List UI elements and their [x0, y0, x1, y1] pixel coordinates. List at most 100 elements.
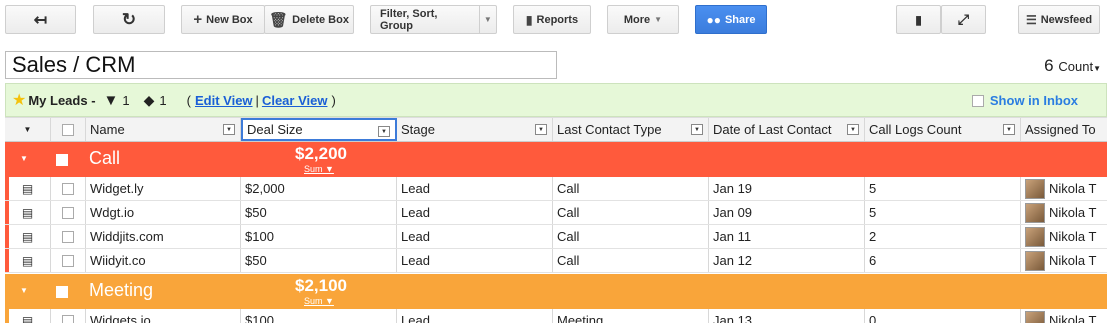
column-menu-icon[interactable]: ▼: [378, 126, 390, 137]
cell-stage[interactable]: Lead: [397, 201, 553, 224]
cell-date[interactable]: Jan 09: [709, 201, 865, 224]
cell-name[interactable]: Wiidyit.co: [86, 249, 241, 272]
row-checkbox[interactable]: [51, 309, 86, 323]
cell-last-contact-type[interactable]: Call: [553, 177, 709, 200]
filter-indicator[interactable]: ▼ 1: [104, 92, 130, 109]
cell-deal-size[interactable]: $100: [241, 309, 397, 323]
cell-call-logs[interactable]: 2: [865, 225, 1021, 248]
chart-view-button[interactable]: ▮: [896, 5, 941, 34]
expand-button[interactable]: ⤢: [941, 5, 986, 34]
new-box-button[interactable]: + New Box: [181, 5, 265, 34]
select-all-checkbox[interactable]: [51, 118, 86, 141]
cell-assigned-to[interactable]: Nikola T: [1021, 249, 1107, 272]
cell-assigned-to[interactable]: Nikola T: [1021, 201, 1107, 224]
cell-stage[interactable]: Lead: [397, 249, 553, 272]
cell-date[interactable]: Jan 13: [709, 309, 865, 323]
cell-stage[interactable]: Lead: [397, 177, 553, 200]
cell-call-logs[interactable]: 5: [865, 177, 1021, 200]
assignee-name: Nikola T: [1049, 205, 1097, 220]
cell-assigned-to[interactable]: Nikola T: [1021, 225, 1107, 248]
new-box-label: New Box: [206, 13, 253, 26]
pipeline-title-input[interactable]: Sales / CRM: [5, 51, 557, 79]
group-checkbox[interactable]: [56, 154, 68, 166]
cell-date[interactable]: Jan 12: [709, 249, 865, 272]
column-menu-icon[interactable]: ▼: [691, 124, 703, 135]
collapse-arrow-icon[interactable]: ▼: [20, 154, 28, 163]
open-box-icon[interactable]: ▤: [5, 249, 51, 272]
table-row[interactable]: ▤ Widgets.io $100 Lead Meeting Jan 13 0 …: [5, 309, 1107, 323]
cell-name[interactable]: Widgets.io: [86, 309, 241, 323]
cell-name[interactable]: Widdjits.com: [86, 225, 241, 248]
more-button[interactable]: More ▼: [607, 5, 679, 34]
table-row[interactable]: ▤ Wdgt.io $50 Lead Call Jan 09 5 Nikola …: [5, 201, 1107, 225]
cell-deal-size[interactable]: $50: [241, 249, 397, 272]
cell-name[interactable]: Wdgt.io: [86, 201, 241, 224]
clear-view-link[interactable]: Clear View: [262, 93, 328, 108]
cell-call-logs[interactable]: 6: [865, 249, 1021, 272]
show-in-inbox-checkbox[interactable]: [971, 94, 984, 107]
row-checkbox[interactable]: [51, 225, 86, 248]
row-checkbox[interactable]: [51, 249, 86, 272]
collapse-arrow-icon[interactable]: ▼: [20, 286, 28, 295]
cell-deal-size[interactable]: $2,000: [241, 177, 397, 200]
chevron-down-icon: ▼: [23, 125, 32, 134]
cell-last-contact-type[interactable]: Call: [553, 225, 709, 248]
column-header-stage[interactable]: Stage ▼: [397, 118, 553, 141]
column-header-deal-size[interactable]: Deal Size ▼: [241, 118, 397, 141]
cell-last-contact-type[interactable]: Meeting: [553, 309, 709, 323]
open-box-icon[interactable]: ▤: [5, 309, 51, 323]
cell-deal-size[interactable]: $100: [241, 225, 397, 248]
open-box-icon[interactable]: ▤: [5, 177, 51, 200]
layers-indicator[interactable]: ◆ 1: [144, 92, 167, 109]
filter-sort-group-button[interactable]: Filter, Sort, Group ▼: [370, 5, 497, 34]
group-sum-selector[interactable]: Sum ▼: [304, 296, 334, 306]
cell-assigned-to[interactable]: Nikola T: [1021, 177, 1107, 200]
cell-assigned-to[interactable]: Nikola T: [1021, 309, 1107, 323]
group-header-call[interactable]: ▼ Call $2,200 Sum ▼: [5, 142, 1107, 177]
column-menu-icon[interactable]: ▼: [535, 124, 547, 135]
cell-last-contact-type[interactable]: Call: [553, 249, 709, 272]
group-checkbox[interactable]: [56, 286, 68, 298]
column-menu-icon[interactable]: ▼: [1003, 124, 1015, 135]
cell-call-logs[interactable]: 5: [865, 201, 1021, 224]
cell-date[interactable]: Jan 19: [709, 177, 865, 200]
expand-icon: ⤢: [957, 11, 970, 27]
column-header-name[interactable]: Name ▼: [86, 118, 241, 141]
cell-stage[interactable]: Lead: [397, 309, 553, 323]
cell-call-logs[interactable]: 0: [865, 309, 1021, 323]
column-header-date-of-last-contact[interactable]: Date of Last Contact ▼: [709, 118, 865, 141]
column-menu-icon[interactable]: ▼: [223, 124, 235, 135]
star-icon[interactable]: ★: [12, 90, 26, 110]
row-checkbox[interactable]: [51, 201, 86, 224]
select-menu[interactable]: ▼: [5, 118, 51, 141]
table-row[interactable]: ▤ Widget.ly $2,000 Lead Call Jan 19 5 Ni…: [5, 177, 1107, 201]
row-checkbox[interactable]: [51, 177, 86, 200]
group-sum-selector[interactable]: Sum ▼: [304, 164, 334, 174]
edit-view-link[interactable]: Edit View: [195, 93, 253, 108]
column-header-last-contact-type[interactable]: Last Contact Type ▼: [553, 118, 709, 141]
cell-last-contact-type[interactable]: Call: [553, 201, 709, 224]
show-in-inbox-toggle[interactable]: Show in Inbox: [971, 93, 1078, 108]
chevron-down-icon[interactable]: ▼: [478, 6, 496, 33]
cell-date[interactable]: Jan 11: [709, 225, 865, 248]
cell-name[interactable]: Widget.ly: [86, 177, 241, 200]
column-menu-icon[interactable]: ▼: [847, 124, 859, 135]
back-button[interactable]: ↤: [5, 5, 76, 34]
open-box-icon[interactable]: ▤: [5, 225, 51, 248]
group-header-meeting[interactable]: ▼ Meeting $2,100 Sum ▼: [5, 274, 1107, 309]
column-header-assigned-to[interactable]: Assigned To: [1021, 118, 1107, 141]
delete-box-button[interactable]: 🗑 Delete Box: [264, 5, 354, 34]
table-row[interactable]: ▤ Wiidyit.co $50 Lead Call Jan 12 6 Niko…: [5, 249, 1107, 273]
avatar: [1025, 226, 1045, 247]
show-in-inbox-label: Show in Inbox: [989, 93, 1078, 108]
count-selector[interactable]: 6 Count▼: [1044, 56, 1101, 76]
cell-stage[interactable]: Lead: [397, 225, 553, 248]
cell-deal-size[interactable]: $50: [241, 201, 397, 224]
column-header-call-logs-count[interactable]: Call Logs Count ▼: [865, 118, 1021, 141]
refresh-button[interactable]: ↻: [93, 5, 165, 34]
reports-button[interactable]: ▮ Reports: [513, 5, 591, 34]
share-button[interactable]: ●● Share: [695, 5, 767, 34]
table-row[interactable]: ▤ Widdjits.com $100 Lead Call Jan 11 2 N…: [5, 225, 1107, 249]
newsfeed-button[interactable]: ☰ Newsfeed: [1018, 5, 1100, 34]
open-box-icon[interactable]: ▤: [5, 201, 51, 224]
